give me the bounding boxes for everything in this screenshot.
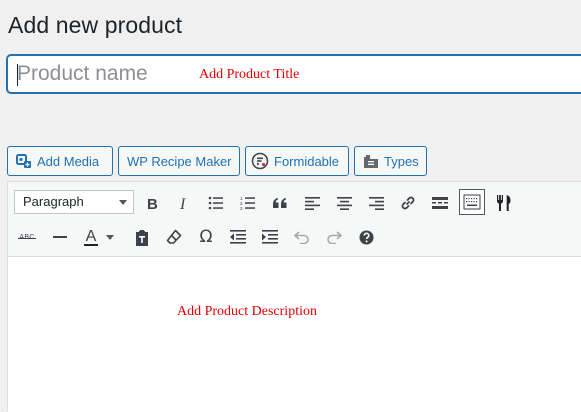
italic-button[interactable]: I <box>171 190 197 216</box>
svg-text:I: I <box>179 196 186 210</box>
read-more-icon <box>432 197 448 209</box>
italic-icon: I <box>179 196 186 210</box>
chevron-down-icon <box>106 234 114 240</box>
bulleted-list-button[interactable] <box>203 190 229 216</box>
editor-content-area[interactable] <box>8 258 581 412</box>
title-annotation: Add Product Title <box>199 67 300 82</box>
types-button[interactable]: Types <box>354 146 427 176</box>
toolbar-toggle-icon <box>463 194 481 210</box>
horizontal-line-icon <box>53 236 67 238</box>
formidable-button[interactable]: Formidable <box>245 146 349 176</box>
format-select-value: Paragraph <box>23 194 84 209</box>
chevron-down-icon <box>119 200 127 205</box>
insert-link-button[interactable] <box>395 190 421 216</box>
horizontal-line-button[interactable] <box>47 224 73 250</box>
format-select[interactable]: Paragraph <box>14 190 134 214</box>
undo-icon <box>294 231 309 244</box>
special-character-icon: Ω <box>199 227 213 247</box>
indent-icon <box>262 230 278 244</box>
page-title: Add new product <box>8 12 183 38</box>
read-more-button[interactable] <box>427 190 453 216</box>
recipe-button[interactable] <box>491 190 517 216</box>
formidable-label: Formidable <box>274 153 340 169</box>
redo-icon <box>327 231 342 244</box>
bold-button[interactable]: B <box>140 190 166 216</box>
blockquote-button[interactable] <box>267 190 293 216</box>
redo-button[interactable] <box>321 224 347 250</box>
text-color-label: A <box>85 228 97 245</box>
special-character-button[interactable]: Ω <box>193 224 219 250</box>
add-media-label: Add Media <box>37 153 100 169</box>
bulleted-list-icon <box>208 196 223 210</box>
svg-text:B: B <box>147 196 158 210</box>
recipe-icon <box>497 195 511 211</box>
description-editor[interactable]: Paragraph B I 123 A Ω <box>7 181 581 412</box>
paste-as-text-button[interactable] <box>129 224 155 250</box>
add-media-button[interactable]: Add Media <box>7 146 113 176</box>
numbered-list-icon: 123 <box>240 196 255 210</box>
align-left-icon <box>304 196 320 210</box>
indent-button[interactable] <box>257 224 283 250</box>
help-icon <box>359 230 373 244</box>
text-caret <box>17 64 18 86</box>
add-media-icon <box>16 153 32 169</box>
editor-toolbar: Paragraph B I 123 A Ω <box>8 182 581 257</box>
clear-formatting-button[interactable] <box>161 224 187 250</box>
types-label: Types <box>384 153 419 169</box>
wp-recipe-maker-label: WP Recipe Maker <box>127 153 232 169</box>
description-annotation: Add Product Description <box>177 304 317 319</box>
align-center-icon <box>336 196 352 210</box>
help-button[interactable] <box>353 224 379 250</box>
numbered-list-button[interactable]: 123 <box>235 190 261 216</box>
strikethrough-icon: ABC <box>18 234 36 241</box>
text-color-icon: A <box>84 228 98 246</box>
wp-recipe-maker-button[interactable]: WP Recipe Maker <box>118 146 240 176</box>
align-right-button[interactable] <box>363 190 389 216</box>
align-right-icon <box>368 196 384 210</box>
strikethrough-button[interactable]: ABC <box>14 224 40 250</box>
undo-button[interactable] <box>289 224 315 250</box>
svg-text:3: 3 <box>240 206 243 210</box>
insert-link-icon <box>401 196 415 210</box>
paste-as-text-icon <box>136 229 148 246</box>
outdent-button[interactable] <box>225 224 251 250</box>
clear-formatting-icon <box>166 229 182 244</box>
align-left-button[interactable] <box>299 190 325 216</box>
blockquote-icon <box>273 198 287 208</box>
text-color-button[interactable]: A <box>79 224 119 250</box>
bold-icon: B <box>147 196 158 210</box>
formidable-icon <box>251 152 269 170</box>
types-icon <box>363 154 379 169</box>
toolbar-toggle-button[interactable] <box>459 189 485 215</box>
align-center-button[interactable] <box>331 190 357 216</box>
outdent-icon <box>230 230 246 244</box>
